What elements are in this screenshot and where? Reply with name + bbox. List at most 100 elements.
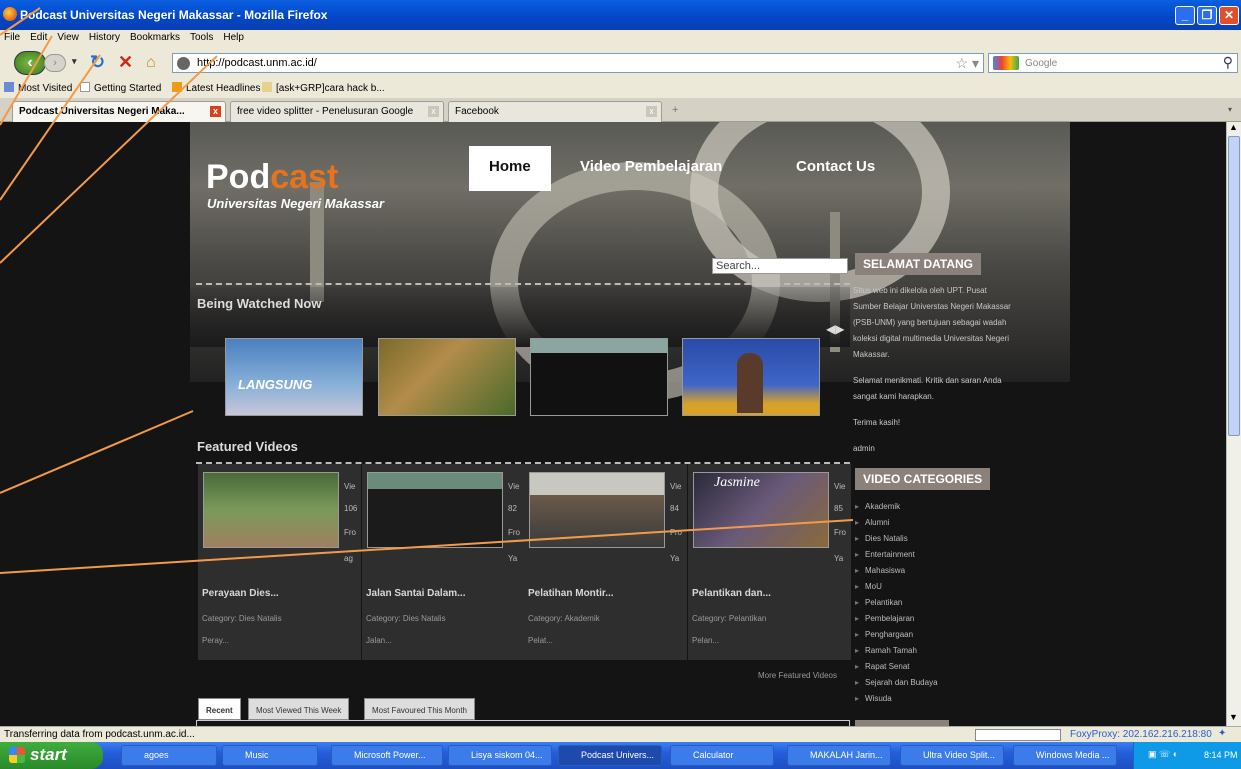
tab-list-icon[interactable]: ▾ [1228,105,1232,114]
back-button[interactable]: ‹ [14,51,46,75]
category-link[interactable]: Penghargaan [855,630,913,639]
featured-category: Category: Dies Natalis [202,614,282,623]
history-dropdown-icon[interactable]: ▾ [72,56,77,67]
category-link[interactable]: Rapat Senat [855,662,909,671]
web-search-box[interactable]: Google ⚲ [988,53,1238,73]
watched-thumbnail-3[interactable] [530,338,668,416]
foxyproxy-status[interactable]: FoxyProxy: 202.162.216.218:80 [1070,729,1212,740]
foxyproxy-icon[interactable]: ✦ [1218,728,1226,739]
clock: 8:14 PM [1204,750,1238,760]
category-link[interactable]: Wisuda [855,694,892,703]
menu-tools[interactable]: Tools [186,30,219,43]
category-link[interactable]: MoU [855,582,882,591]
carousel-arrows-icon[interactable]: ◀▶ [826,322,844,336]
featured-video-card[interactable]: Jasmine Vie 85 Fro Ya Pelantikan dan... Cat… [688,464,851,660]
tab-strip: Podcast Universitas Negeri Maka... x free… [0,98,1241,122]
menu-view[interactable]: View [53,30,85,43]
bookmark-star-icon[interactable]: ☆ ▾ [956,55,979,72]
search-icon[interactable]: ⚲ [1223,54,1233,71]
tab-most-viewed[interactable]: Most Viewed This Week [248,698,350,720]
scroll-down-icon[interactable]: ▼ [1229,712,1238,722]
tab-recent[interactable]: Recent [198,698,241,720]
category-link[interactable]: Pembelajaran [855,614,914,623]
close-button[interactable]: ✕ [1219,6,1239,25]
featured-video-card[interactable]: Vie 82 Fro Ya Jalan Santai Dalam... Categor… [362,464,525,660]
watched-thumbnail-1[interactable]: LANGSUNG [225,338,363,416]
menu-file[interactable]: File [0,30,26,43]
close-tab-icon[interactable]: x [428,106,439,117]
forward-button[interactable]: › [44,54,66,72]
nav-contact-us[interactable]: Contact Us [776,146,895,191]
title-bar: Podcast Universitas Negeri Makassar - Mo… [0,0,1241,30]
featured-thumbnail[interactable] [203,472,339,548]
reload-icon[interactable]: ↻ [90,52,105,73]
task-podcast-firefox[interactable]: Podcast Univers... [558,745,662,766]
bookmark-ask-grp[interactable]: [ask+GRP]cara hack b... [262,82,385,94]
tray-icons[interactable]: ▣ ☏ ◐ [1148,749,1178,760]
url-text: http://podcast.unm.ac.id/ [197,57,317,69]
stop-icon[interactable]: ✕ [118,52,133,73]
task-lisya[interactable]: Lisya siskom 04... [448,745,552,766]
featured-thumbnail[interactable] [367,472,503,548]
nav-home[interactable]: Home [469,146,551,191]
category-link[interactable]: Sejarah dan Budaya [855,678,938,687]
windows-logo-icon [9,747,25,763]
welcome-text: Situs web ini dikelola oleh UPT. Pusat Su… [853,286,1011,453]
site-logo[interactable]: Podcast [206,158,338,197]
featured-title[interactable]: Pelantikan dan... [692,588,771,599]
being-watched-heading: Being Watched Now [197,296,322,311]
featured-title[interactable]: Jalan Santai Dalam... [366,588,466,599]
tab-google-search[interactable]: free video splitter - Penelusuran Google… [230,101,444,122]
menu-bookmarks[interactable]: Bookmarks [126,30,186,43]
category-link[interactable]: Entertainment [855,550,915,559]
featured-category: Category: Pelantikan [692,614,767,623]
maximize-button[interactable]: ❐ [1197,6,1217,25]
close-tab-icon[interactable]: x [646,106,657,117]
category-link[interactable]: Alumni [855,518,889,527]
featured-title[interactable]: Perayaan Dies... [202,588,279,599]
featured-thumbnail[interactable]: Jasmine [693,472,829,548]
scroll-up-icon[interactable]: ▲ [1229,122,1238,132]
category-link[interactable]: Akademik [855,502,900,511]
close-tab-icon[interactable]: x [210,106,221,117]
bookmark-getting-started[interactable]: Getting Started [80,82,161,94]
new-tab-icon[interactable]: + [672,104,678,116]
nav-video-pembelajaran[interactable]: Video Pembelajaran [560,146,742,191]
menu-bar: File Edit View History Bookmarks Tools Help [0,30,1241,46]
progress-meter [975,729,1061,741]
category-link[interactable]: Pelantikan [855,598,902,607]
system-tray: ▣ ☏ ◐ 8:14 PM [1133,742,1241,769]
featured-video-card[interactable]: Vie 84 Fro Ya Pelatihan Montir... Category:… [524,464,687,660]
task-windows-media[interactable]: Windows Media ... [1013,745,1117,766]
menu-help[interactable]: Help [219,30,250,43]
task-agoes[interactable]: agoes [121,745,217,766]
category-link[interactable]: Dies Natalis [855,534,908,543]
menu-edit[interactable]: Edit [26,30,53,43]
welcome-heading: SELAMAT DATANG [855,253,981,275]
minimize-button[interactable]: _ [1175,6,1195,25]
tab-facebook[interactable]: Facebook x [448,101,662,122]
more-featured-link[interactable]: More Featured Videos [758,671,837,680]
task-ultra-video-splitter[interactable]: Ultra Video Split... [900,745,1004,766]
tab-podcast[interactable]: Podcast Universitas Negeri Maka... x [12,101,226,122]
featured-thumbnail[interactable] [529,472,665,548]
bookmark-most-visited[interactable]: Most Visited [4,82,72,94]
category-link[interactable]: Mahasiswa [855,566,905,575]
menu-history[interactable]: History [85,30,126,43]
featured-title[interactable]: Pelatihan Montir... [528,588,614,599]
watched-thumbnail-4[interactable] [682,338,820,416]
home-icon[interactable]: ⌂ [146,54,156,72]
tab-most-favoured[interactable]: Most Favoured This Month [364,698,476,720]
task-music[interactable]: Music [222,745,318,766]
watched-thumbnail-2[interactable] [378,338,516,416]
category-link[interactable]: Ramah Tamah [855,646,917,655]
task-powerpoint[interactable]: Microsoft Power... [331,745,443,766]
url-bar[interactable]: http://podcast.unm.ac.id/ ☆ ▾ [172,53,984,73]
task-calculator[interactable]: Calculator [670,745,774,766]
site-search-input[interactable]: Search... [712,258,848,274]
task-makalah[interactable]: MAKALAH Jarin... [787,745,891,766]
page-scrollbar[interactable]: ▲ ▼ [1226,122,1241,726]
scrollbar-thumb[interactable] [1228,136,1240,436]
featured-video-card[interactable]: Vie 106 Fro ag Perayaan Dies... Category: D… [198,464,361,660]
bookmark-latest-headlines[interactable]: Latest Headlines [172,82,261,94]
